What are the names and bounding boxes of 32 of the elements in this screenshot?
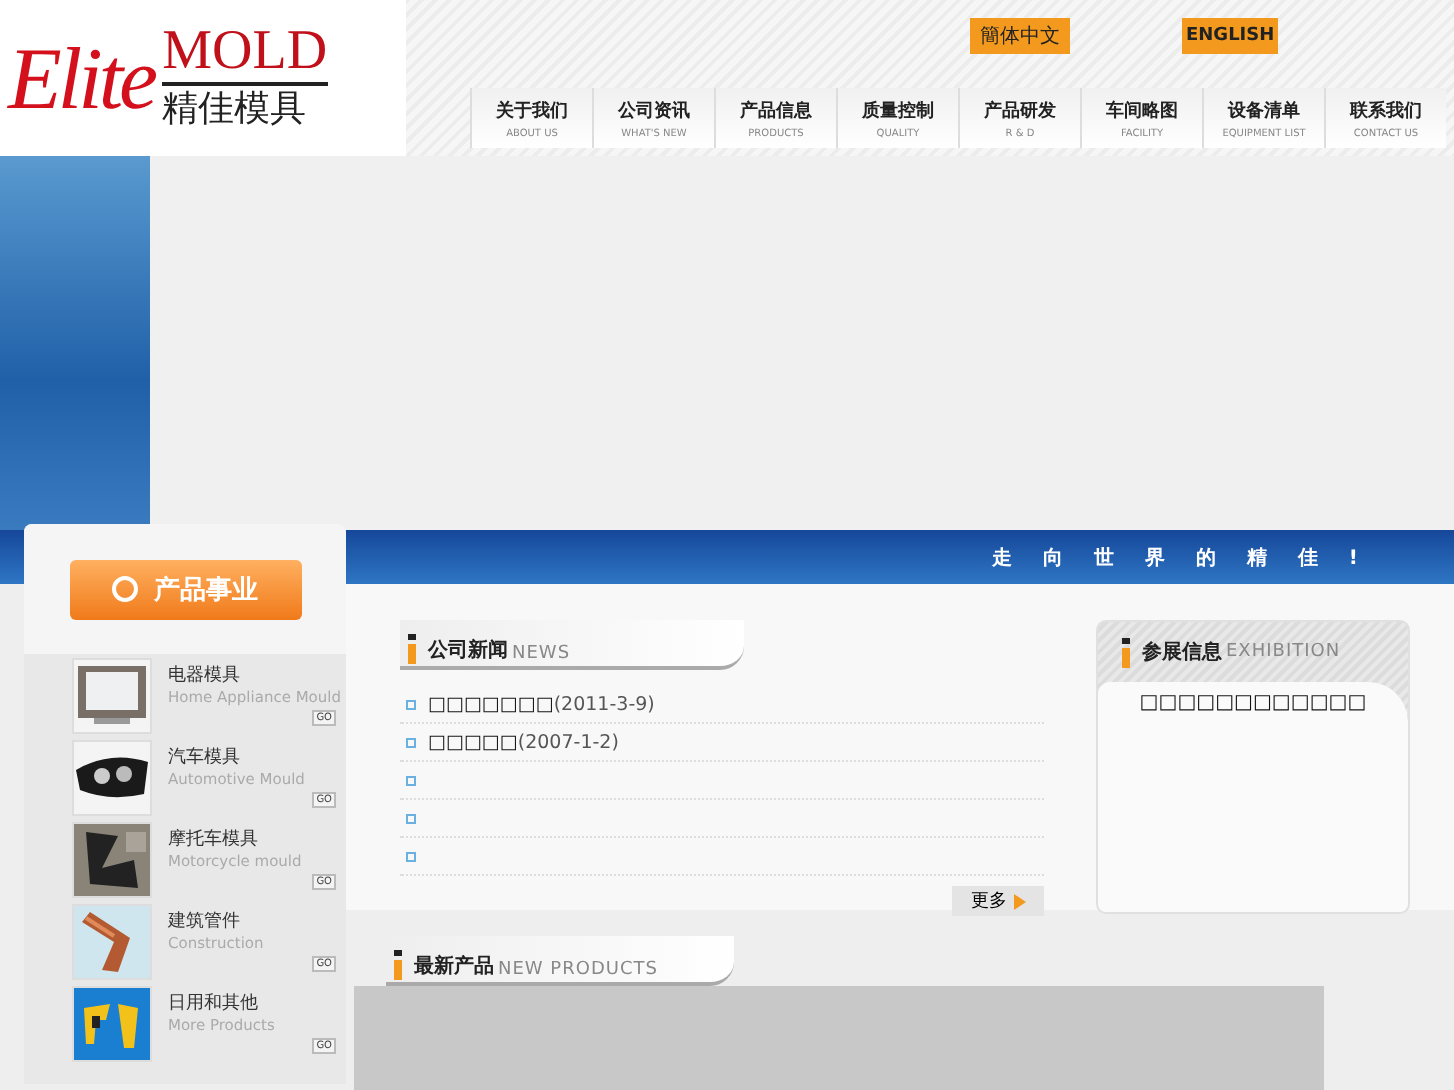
ring-icon bbox=[112, 576, 138, 602]
marker-icon bbox=[1122, 637, 1130, 667]
marker-icon bbox=[394, 950, 402, 980]
bullet-icon bbox=[406, 775, 416, 785]
logo-word: MOLD bbox=[162, 22, 328, 86]
section-subtitle: NEWS bbox=[512, 644, 571, 664]
news-date: (2011-3-9) bbox=[553, 693, 655, 715]
section-subtitle: EXHIBITION bbox=[1226, 642, 1341, 662]
category-link[interactable]: 摩托车模具 bbox=[168, 828, 344, 852]
news-link[interactable]: □□□□□ bbox=[428, 731, 518, 753]
section-title: 最新产品 bbox=[414, 952, 494, 980]
section-title: 参展信息 bbox=[1142, 639, 1222, 666]
marker-icon bbox=[408, 634, 416, 664]
more-button[interactable]: 更多 bbox=[952, 886, 1044, 916]
bullet-icon bbox=[406, 813, 416, 823]
language-button[interactable]: ENGLISH bbox=[1182, 18, 1279, 54]
category-link[interactable]: 建筑管件 bbox=[168, 910, 344, 934]
bullet-icon bbox=[406, 699, 416, 709]
category-link[interactable]: 电器模具 bbox=[168, 664, 344, 688]
news-date: (2007-1-2) bbox=[517, 731, 619, 753]
bullet-icon bbox=[406, 737, 416, 747]
logo-chinese: 精佳模具 bbox=[162, 86, 309, 134]
language-button[interactable]: 簡体中文 bbox=[970, 18, 1070, 54]
category-link[interactable]: 汽车模具 bbox=[168, 746, 344, 770]
logo-script: Elite bbox=[8, 27, 155, 129]
news-link[interactable]: □□□□□□□ bbox=[428, 693, 554, 715]
banner-slogan: 走 向 世 界 的 精 佳 ! bbox=[992, 545, 1370, 571]
section-subtitle: NEW PRODUCTS bbox=[498, 960, 658, 980]
category-link[interactable]: 日用和其他 bbox=[168, 992, 344, 1016]
section-title: 公司新闻 bbox=[428, 636, 508, 664]
bullet-icon bbox=[406, 851, 416, 861]
exhibition-text: □□□□□□□□□□□□ bbox=[1139, 692, 1367, 718]
